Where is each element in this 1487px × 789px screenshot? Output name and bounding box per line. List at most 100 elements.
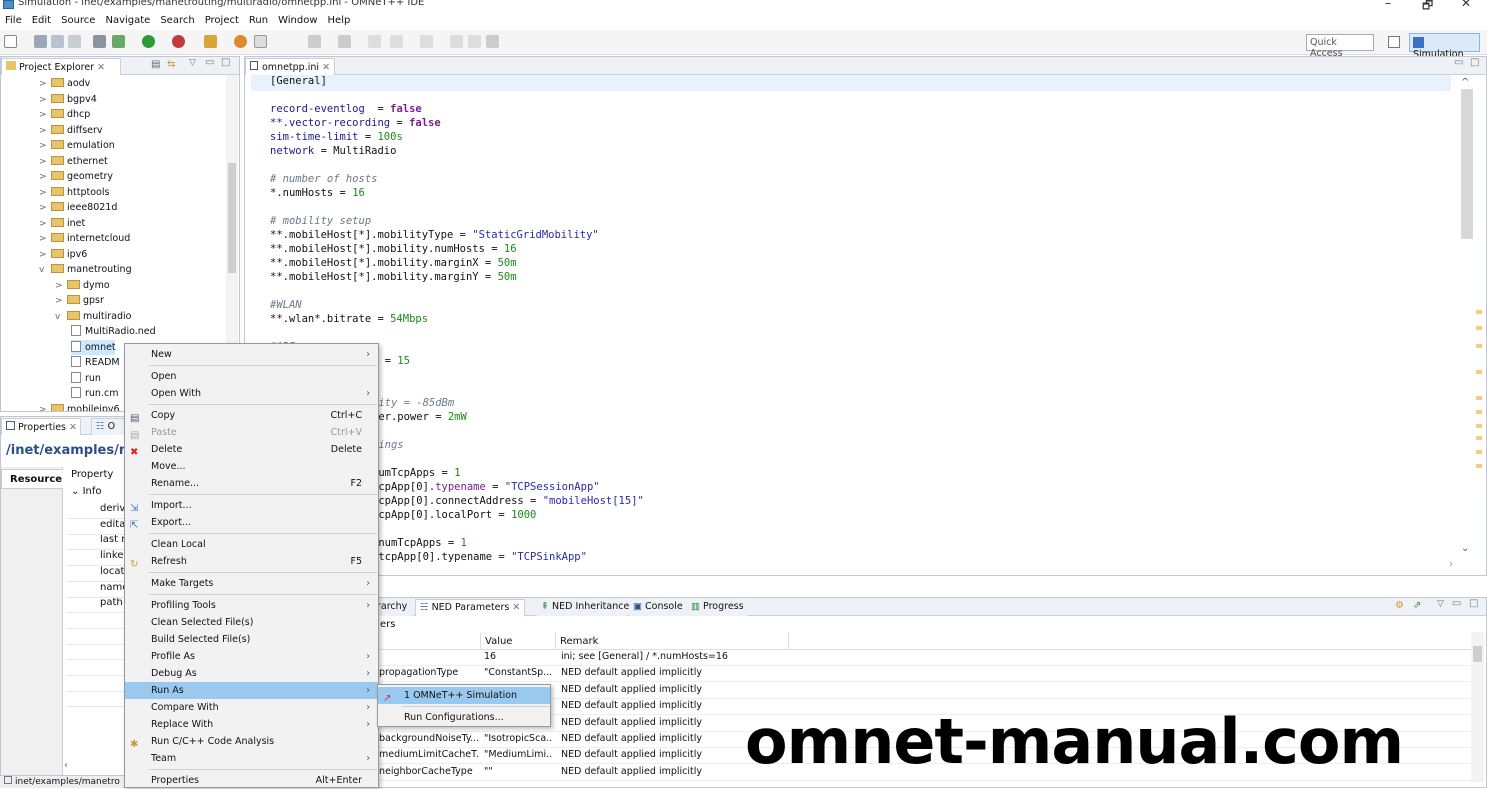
- overview-marker[interactable]: [1476, 326, 1482, 330]
- run-icon[interactable]: [142, 35, 155, 48]
- tree-item[interactable]: > aodv: [39, 76, 90, 91]
- tree-item[interactable]: > emulation: [39, 138, 115, 153]
- chevron-right-icon[interactable]: >: [39, 77, 51, 92]
- open-type-icon[interactable]: [234, 35, 247, 48]
- tab-console[interactable]: ▣ Console: [629, 599, 687, 616]
- nav-back-icon[interactable]: [390, 35, 403, 48]
- tree-item[interactable]: > ieee8021d: [39, 200, 117, 215]
- menu-project[interactable]: Project: [200, 12, 244, 26]
- quick-access-input[interactable]: Quick Access: [1306, 34, 1374, 59]
- tree-item[interactable]: v manetrouting: [39, 262, 132, 277]
- tab-project-explorer[interactable]: Project Explorer ✕: [1, 58, 121, 75]
- chevron-right-icon[interactable]: >: [39, 170, 51, 185]
- menu-item-run-c-c-code-analysis[interactable]: ✱ Run C/C++ Code Analysis: [125, 733, 378, 750]
- menu-item-copy[interactable]: ▤ Copy Ctrl+C: [125, 407, 378, 424]
- menu-item-replace-with[interactable]: Replace With ›: [125, 716, 378, 733]
- minimize-icon[interactable]: ▭: [1452, 598, 1461, 609]
- menu-item-rename[interactable]: Rename... F2: [125, 475, 378, 492]
- param-value[interactable]: "IsotropicSca...: [484, 733, 552, 744]
- menu-item-profiling-tools[interactable]: Profiling Tools ›: [125, 597, 378, 614]
- tree-item[interactable]: > mobileipv6: [39, 402, 120, 412]
- param-value[interactable]: "MediumLimi...: [484, 749, 552, 760]
- pin-icon[interactable]: [486, 35, 499, 48]
- tree-item[interactable]: > bgpv4: [39, 92, 97, 107]
- tree-item[interactable]: > diffserv: [39, 123, 103, 138]
- params-scrollbar[interactable]: [1471, 632, 1484, 782]
- tree-item[interactable]: v multiradio: [55, 309, 132, 324]
- chevron-right-icon[interactable]: >: [55, 294, 67, 309]
- chevron-right-icon[interactable]: >: [39, 248, 51, 263]
- property-row[interactable]: last m: [100, 534, 126, 545]
- param-name[interactable]: mediumLimitCacheT...: [379, 749, 479, 760]
- chevron-down-icon[interactable]: v: [55, 310, 67, 325]
- menu-item-run-as[interactable]: Run As ›: [125, 682, 378, 699]
- property-row[interactable]: locati: [100, 566, 126, 577]
- scroll-left-icon[interactable]: ‹: [64, 760, 68, 771]
- menu-item-paste[interactable]: ▤ Paste Ctrl+V: [125, 424, 378, 441]
- tree-item[interactable]: run: [71, 371, 101, 386]
- column-value[interactable]: Value: [485, 636, 512, 647]
- link-editor-icon[interactable]: ⇆: [167, 59, 175, 70]
- scroll-right-icon[interactable]: ›: [1449, 559, 1453, 570]
- close-icon[interactable]: ✕: [69, 422, 77, 433]
- minimize-icon[interactable]: ▭: [205, 57, 214, 68]
- param-value[interactable]: 16: [484, 651, 552, 662]
- chevron-down-icon[interactable]: v: [39, 263, 51, 278]
- menu-item-team[interactable]: Team ›: [125, 750, 378, 767]
- overview-marker[interactable]: [1476, 450, 1482, 454]
- pin-view-icon[interactable]: ⇗: [1413, 600, 1421, 611]
- menu-window[interactable]: Window: [273, 12, 322, 26]
- chevron-right-icon[interactable]: >: [39, 93, 51, 108]
- menu-item-new[interactable]: New ›: [125, 346, 378, 363]
- overview-marker[interactable]: [1476, 396, 1482, 400]
- tree-item[interactable]: > ipv6: [39, 247, 87, 262]
- property-row[interactable]: path: [100, 597, 126, 608]
- chevron-right-icon[interactable]: >: [55, 279, 67, 294]
- next-annotation-icon[interactable]: [308, 35, 321, 48]
- menu-item-make-targets[interactable]: Make Targets ›: [125, 575, 378, 592]
- tree-item[interactable]: > geometry: [39, 169, 113, 184]
- simulation-perspective-button[interactable]: Simulation: [1409, 33, 1480, 60]
- menu-item-debug-as[interactable]: Debug As ›: [125, 665, 378, 682]
- property-row[interactable]: editat: [100, 519, 126, 530]
- menu-search[interactable]: Search: [155, 12, 199, 26]
- property-row[interactable]: name: [100, 582, 126, 593]
- tree-item[interactable]: > dymo: [55, 278, 110, 293]
- submenu-omnet-simulation[interactable]: ↗ 1 OMNeT++ Simulation: [378, 687, 550, 704]
- param-name[interactable]: backgroundNoiseTy...: [379, 733, 479, 744]
- menu-edit[interactable]: Edit: [27, 12, 56, 26]
- menu-item-properties[interactable]: Properties Alt+Enter: [125, 772, 378, 789]
- chevron-right-icon[interactable]: >: [39, 155, 51, 170]
- menu-item-build-selected-file-s[interactable]: Build Selected File(s): [125, 631, 378, 648]
- tree-item[interactable]: > httptools: [39, 185, 109, 200]
- param-name[interactable]: propagationType: [379, 667, 479, 678]
- menu-run[interactable]: Run: [244, 12, 273, 26]
- menu-item-delete[interactable]: ✖ Delete Delete: [125, 441, 378, 458]
- tab-ned-inheritance[interactable]: ⇞ NED Inheritance: [537, 599, 629, 616]
- view-menu-icon[interactable]: ▽: [189, 58, 196, 68]
- param-remark[interactable]: NED default applied implicitly: [561, 667, 786, 678]
- wand-icon[interactable]: [204, 35, 217, 48]
- param-value[interactable]: "ConstantSp...: [484, 667, 552, 678]
- tab-omnetpp-ini[interactable]: omnetpp.ini ✕: [245, 58, 335, 75]
- tree-item[interactable]: > inet: [39, 216, 85, 231]
- tab-progress[interactable]: ▥ Progress: [687, 599, 747, 616]
- save-all-icon[interactable]: [51, 35, 64, 48]
- menu-navigate[interactable]: Navigate: [100, 12, 155, 26]
- param-value[interactable]: "": [484, 766, 552, 777]
- property-row[interactable]: derive: [100, 503, 126, 514]
- forward-icon[interactable]: [420, 35, 433, 48]
- scroll-thumb[interactable]: [1473, 646, 1482, 662]
- chevron-right-icon[interactable]: >: [39, 403, 51, 412]
- tab-ned-parameters[interactable]: ☵ NED Parameters ✕: [415, 599, 525, 616]
- last-edit-icon[interactable]: [450, 35, 463, 48]
- menu-item-import[interactable]: ⇲ Import...: [125, 497, 378, 514]
- menu-item-compare-with[interactable]: Compare With ›: [125, 699, 378, 716]
- chevron-right-icon[interactable]: >: [39, 186, 51, 201]
- minimize-button[interactable]: –: [1385, 0, 1391, 10]
- resource-tab[interactable]: Resource: [1, 469, 63, 489]
- param-name[interactable]: neighborCacheType: [379, 766, 479, 777]
- build-icon[interactable]: [93, 35, 106, 48]
- tab-properties[interactable]: Properties ✕: [1, 418, 81, 435]
- tree-item[interactable]: > ethernet: [39, 154, 108, 169]
